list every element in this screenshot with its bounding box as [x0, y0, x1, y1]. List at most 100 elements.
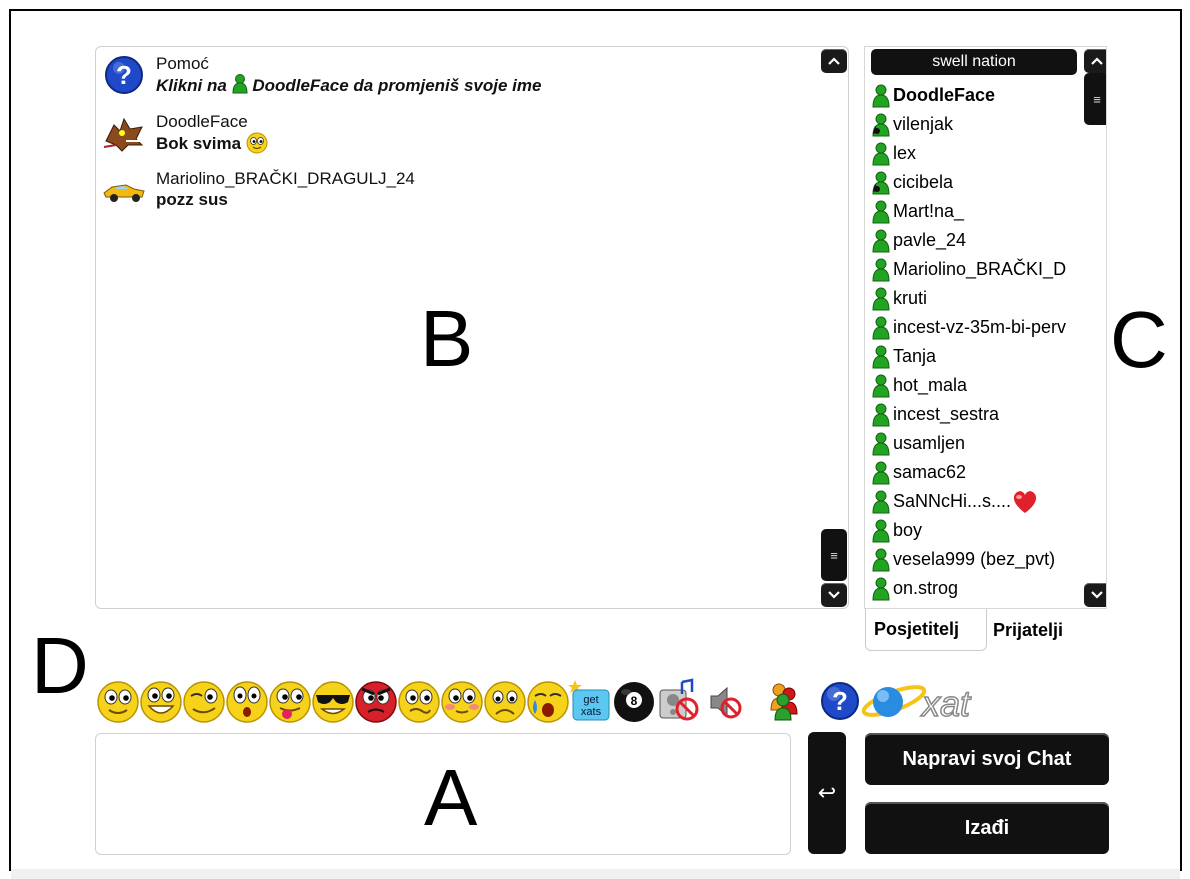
get-xats-label-top: get — [583, 694, 598, 706]
user-name: incest_sestra — [893, 404, 1000, 424]
online-user-icon — [872, 258, 890, 281]
message-input[interactable]: A — [95, 733, 791, 855]
online-user-icon — [872, 519, 890, 542]
user-list-item[interactable]: Mariolino_BRAČKI_D — [871, 255, 1083, 284]
yellow-car-avatar-icon[interactable] — [102, 168, 146, 212]
moderator-user-icon — [872, 171, 890, 194]
panel-label-d: D — [31, 621, 89, 710]
dragon-avatar-icon[interactable] — [102, 111, 146, 155]
online-user-icon — [872, 142, 890, 165]
user-name: kruti — [893, 288, 928, 308]
angry-emoticon-icon[interactable] — [353, 678, 399, 724]
emoticon-bar: get xats 8 ? xat — [95, 678, 984, 724]
user-list-item[interactable]: vilenjak — [871, 110, 1083, 139]
message-text-username[interactable]: DoodleFace — [252, 76, 348, 95]
scroll-up-button[interactable] — [821, 49, 847, 73]
user-list-item[interactable]: incest_sestra — [871, 400, 1083, 429]
panel-label-a: A — [424, 753, 478, 842]
user-name: SaNNcHi...s.... — [893, 491, 1012, 511]
user-list-item[interactable]: boy — [871, 516, 1083, 545]
message-text: Klikni na DoodleFace da promjeniš svoje … — [156, 74, 541, 96]
help-icon[interactable]: ? — [817, 678, 863, 724]
user-list-item[interactable]: samac62 — [871, 458, 1083, 487]
user-list-item[interactable]: kruti — [871, 284, 1083, 313]
user-name: Mart!na_ — [893, 201, 965, 221]
big-grin-emoticon-icon[interactable] — [138, 678, 184, 724]
user-list-item[interactable]: DoodleFace — [871, 81, 1083, 110]
blush-emoticon-icon[interactable] — [439, 678, 485, 724]
crying-emoticon-icon[interactable] — [525, 678, 571, 724]
user-list: DoodleFace vilenjak lex cicibela Mart!na_pav… — [871, 81, 1083, 603]
moderator-user-icon — [872, 113, 890, 136]
tab-visitors[interactable]: Posjetitelj — [865, 609, 987, 651]
user-list-item[interactable]: hot_mala — [871, 371, 1083, 400]
user-icon — [232, 74, 248, 94]
user-list-item[interactable]: on.strog — [871, 574, 1083, 603]
xat-logo-icon[interactable]: xat — [860, 678, 984, 724]
message-item: ? Pomoć Klikni na DoodleFace da promjeni… — [102, 53, 541, 97]
svg-text:?: ? — [832, 686, 848, 716]
user-name: samac62 — [893, 462, 967, 482]
send-button[interactable]: ↩ — [808, 732, 846, 854]
user-name: vilenjak — [893, 114, 954, 134]
online-user-icon — [872, 229, 890, 252]
eight-ball-icon[interactable]: 8 — [611, 678, 657, 724]
get-xats-label-bottom: xats — [581, 706, 602, 718]
user-name: vesela999 (bez_pvt) — [893, 549, 1056, 569]
online-user-icon — [872, 461, 890, 484]
smile-emoticon-icon[interactable] — [95, 678, 141, 724]
user-list-item[interactable]: pavle_24 — [871, 226, 1083, 255]
user-name: incest-vz-35m-bi-perv — [893, 317, 1067, 337]
message-panel: ? Pomoć Klikni na DoodleFace da promjeni… — [95, 46, 849, 609]
message-text-suffix: da promjeniš svoje ime — [353, 76, 542, 95]
wink-emoticon-icon[interactable] — [181, 678, 227, 724]
user-list-item[interactable]: lex — [871, 139, 1083, 168]
confused-emoticon-icon[interactable] — [396, 678, 442, 724]
tongue-emoticon-icon[interactable] — [267, 678, 313, 724]
user-list-item[interactable]: incest-vz-35m-bi-perv — [871, 313, 1083, 342]
user-name: DoodleFace — [893, 85, 996, 105]
exit-button[interactable]: Izađi — [865, 802, 1109, 854]
create-chat-button[interactable]: Napravi svoj Chat — [865, 733, 1109, 785]
user-list-panel: swell nation DoodleFace vilenjak lex cicibe… — [864, 46, 1107, 609]
help-question-icon[interactable]: ? — [102, 53, 146, 97]
chevron-up-icon — [828, 57, 840, 65]
scrollbar-thumb[interactable]: ≡ — [821, 529, 847, 581]
user-list-item[interactable]: vesela999 (bez_pvt) — [871, 545, 1083, 574]
user-name: pavle_24 — [893, 230, 967, 250]
message-author[interactable]: DoodleFace — [156, 111, 268, 132]
user-scrollbar-thumb[interactable]: ≡ — [1084, 73, 1106, 125]
surprised-emoticon-icon[interactable] — [224, 678, 270, 724]
panel-label-b: B — [420, 294, 474, 383]
get-xats-icon[interactable]: getxats — [568, 678, 614, 724]
user-list-item[interactable]: usamljen — [871, 429, 1083, 458]
message-author[interactable]: Pomoć — [156, 53, 541, 74]
music-off-icon[interactable] — [654, 678, 700, 724]
message-author[interactable]: Mariolino_BRAČKI_DRAGULJ_24 — [156, 168, 415, 189]
online-user-icon — [872, 316, 890, 339]
bottom-strip — [11, 869, 1180, 879]
sound-off-icon[interactable] — [703, 678, 749, 724]
tab-friends[interactable]: Prijatelji — [985, 609, 1071, 651]
user-name: Mariolino_BRAČKI_D — [893, 259, 1067, 279]
chevron-up-icon — [1091, 57, 1103, 65]
user-scroll-up-button[interactable] — [1084, 49, 1106, 73]
user-scroll-down-button[interactable] — [1084, 583, 1106, 607]
sad-emoticon-icon[interactable] — [482, 678, 528, 724]
scroll-down-button[interactable] — [821, 583, 847, 607]
user-list-item[interactable]: SaNNcHi...s.... — [871, 487, 1083, 516]
group-header[interactable]: swell nation — [871, 49, 1077, 75]
message-text-prefix: Klikni na — [156, 76, 227, 95]
smiley-icon — [246, 132, 268, 154]
cool-sunglasses-emoticon-icon[interactable] — [310, 678, 356, 724]
user-list-item[interactable]: cicibela — [871, 168, 1083, 197]
panel-label-c: C — [1110, 295, 1168, 384]
chevron-down-icon — [1091, 591, 1103, 599]
user-list-item[interactable]: Tanja — [871, 342, 1083, 371]
online-user-icon — [872, 374, 890, 397]
user-list-item[interactable]: Mart!na_ — [871, 197, 1083, 226]
users-group-icon[interactable] — [762, 678, 808, 724]
online-user-icon — [872, 200, 890, 223]
message-text: Bok svima — [156, 132, 268, 154]
online-user-icon — [872, 577, 890, 600]
